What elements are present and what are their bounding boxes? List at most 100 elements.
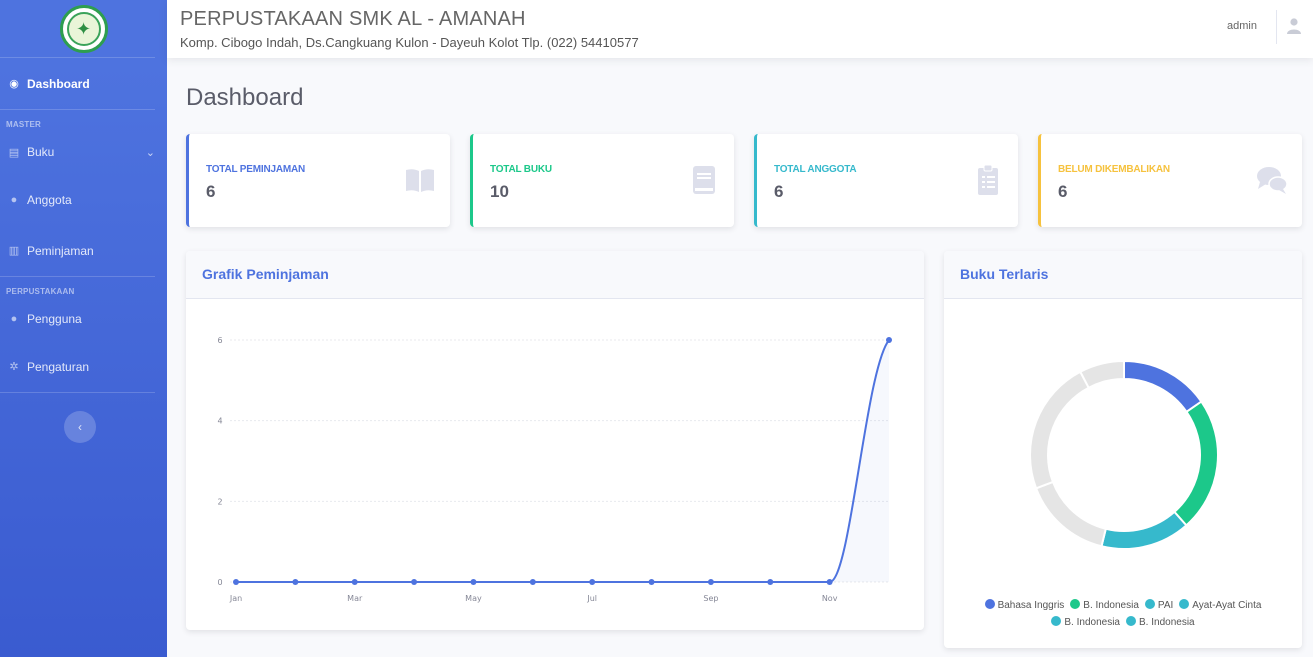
x-tick-label: Nov xyxy=(822,594,838,603)
y-tick-label: 6 xyxy=(217,336,222,345)
data-point[interactable] xyxy=(589,579,596,585)
data-point[interactable] xyxy=(648,579,655,585)
legend-label: B. Indonesia xyxy=(1083,600,1139,611)
data-point[interactable] xyxy=(411,579,418,585)
stat-label: TOTAL ANGGOTA xyxy=(774,164,857,175)
clipboard-icon xyxy=(978,164,998,195)
legend-label: Ayat-Ayat Cinta xyxy=(1192,600,1262,611)
gear-icon: ✲ xyxy=(9,361,19,373)
x-tick-label: May xyxy=(465,594,482,603)
legend-label: PAI xyxy=(1157,600,1174,611)
legend-item[interactable]: B. Indonesia xyxy=(1126,614,1195,631)
sidebar-divider xyxy=(0,392,155,393)
legend-item[interactable]: Bahasa Inggris xyxy=(984,597,1065,614)
book-open-icon: ▥ xyxy=(8,245,20,257)
line-chart: 0 2 4 6 Jan Mar May Jul Sep Nov xyxy=(217,336,892,603)
sidebar-item-buku[interactable]: ▤ Buku ⌄ xyxy=(0,130,167,174)
legend-swatch xyxy=(1070,599,1081,609)
y-tick-label: 2 xyxy=(217,497,222,506)
topbar-divider xyxy=(1276,10,1277,44)
donut-slice[interactable] xyxy=(1172,400,1219,527)
stat-value: 6 xyxy=(774,182,784,201)
donut-slice[interactable] xyxy=(1123,359,1203,414)
sidebar-item-peminjaman[interactable]: ▥ Peminjaman xyxy=(0,225,167,276)
x-tick-label: Mar xyxy=(347,594,363,603)
x-tick-label: Jul xyxy=(586,594,597,603)
data-point[interactable] xyxy=(292,579,299,585)
legend-label: B. Indonesia xyxy=(1139,617,1195,628)
sidebar-item-label: Dashboard xyxy=(27,76,90,91)
data-point[interactable] xyxy=(826,579,833,585)
data-point[interactable] xyxy=(351,579,358,585)
stat-value: 10 xyxy=(490,182,509,201)
legend-swatch xyxy=(1144,599,1155,609)
y-tick-label: 4 xyxy=(217,417,222,426)
comments-icon xyxy=(1257,167,1288,194)
legend-label: B. Indonesia xyxy=(1064,617,1120,628)
line-area xyxy=(236,340,889,582)
stat-card-belum-dikembalikan: BELUM DIKEMBALIKAN 6 xyxy=(1038,134,1302,227)
data-point[interactable] xyxy=(233,579,239,585)
donut-slice[interactable] xyxy=(1029,370,1091,490)
x-tick-label: Sep xyxy=(703,594,718,603)
line-series xyxy=(236,339,890,583)
stat-value: 6 xyxy=(206,182,216,201)
sidebar-item-label: Buku xyxy=(27,145,55,159)
book-icon xyxy=(693,166,715,194)
legend-item[interactable]: PAI xyxy=(1144,597,1174,614)
brand[interactable]: ✦ xyxy=(0,0,155,58)
data-point[interactable] xyxy=(886,337,892,343)
line-chart-panel: Grafik Peminjaman 0 2 4 6 Jan Mar May Jul Sep Nov xyxy=(186,251,924,630)
chevron-down-icon: ⌄ xyxy=(145,146,155,159)
donut-chart xyxy=(1029,359,1219,550)
user-icon: ● xyxy=(10,193,18,206)
school-logo: ✦ xyxy=(59,4,108,53)
legend-label: Bahasa Inggris xyxy=(997,600,1065,611)
stat-label: TOTAL BUKU xyxy=(490,164,552,175)
user-name[interactable]: admin xyxy=(1227,20,1257,32)
panel-title: Grafik Peminjaman xyxy=(186,251,924,299)
dashboard-icon: ◉ xyxy=(9,78,19,90)
legend-swatch xyxy=(1051,616,1062,626)
data-point[interactable] xyxy=(529,579,536,585)
sidebar-toggle-button[interactable]: ‹ xyxy=(64,411,96,443)
chart-legend: Bahasa Inggris B. Indonesia PAI Ayat-Ayat C… xyxy=(958,597,1288,631)
book-icon: ▤ xyxy=(8,146,20,159)
sidebar-item-pengaturan[interactable]: ✲ Pengaturan xyxy=(0,341,167,392)
sidebar: ✦ ◉ Dashboard MASTER ▤ Buku ⌄ ● Anggota … xyxy=(0,0,167,657)
stat-card-total-anggota: TOTAL ANGGOTA 6 xyxy=(754,134,1018,227)
y-tick-label: 0 xyxy=(217,578,222,587)
user-avatar-icon[interactable] xyxy=(1287,18,1301,34)
donut-slice[interactable] xyxy=(1078,359,1125,390)
page-title: Dashboard xyxy=(186,84,304,111)
stat-card-total-peminjaman: TOTAL PEMINJAMAN 6 xyxy=(186,134,450,227)
legend-item[interactable]: B. Indonesia xyxy=(1070,597,1139,614)
sidebar-item-label: Peminjaman xyxy=(27,243,94,258)
sidebar-item-anggota[interactable]: ● Anggota xyxy=(0,174,167,225)
sidebar-item-pengguna[interactable]: ● Pengguna xyxy=(0,297,167,341)
sidebar-item-label: Pengguna xyxy=(27,312,82,326)
data-point[interactable] xyxy=(767,579,774,585)
x-tick-label: Jan xyxy=(229,594,242,603)
book-open-icon xyxy=(406,169,434,192)
data-point[interactable] xyxy=(707,579,714,585)
sidebar-item-dashboard[interactable]: ◉ Dashboard xyxy=(0,58,167,109)
chevron-left-icon: ‹ xyxy=(78,420,82,434)
legend-swatch xyxy=(1179,599,1190,609)
legend-swatch xyxy=(984,599,995,609)
sidebar-item-label: Pengaturan xyxy=(27,359,90,374)
topbar: PERPUSTAKAAN SMK AL - AMANAH Komp. Cibog… xyxy=(167,0,1313,58)
pie-chart-panel: Buku Terlaris Bahasa Inggris B. Indonesia… xyxy=(944,251,1302,648)
donut-slice[interactable] xyxy=(1100,510,1188,550)
stat-value: 6 xyxy=(1058,182,1068,201)
legend-item[interactable]: B. Indonesia xyxy=(1051,614,1120,631)
data-point[interactable] xyxy=(470,579,477,585)
panel-title: Buku Terlaris xyxy=(944,251,1302,299)
stat-label: TOTAL PEMINJAMAN xyxy=(206,164,306,175)
legend-swatch xyxy=(1126,616,1136,626)
stat-card-total-buku: TOTAL BUKU 10 xyxy=(470,134,734,227)
user-icon: ● xyxy=(10,313,18,325)
legend-item[interactable]: Ayat-Ayat Cinta xyxy=(1179,597,1261,614)
donut-slice[interactable] xyxy=(1034,480,1108,548)
site-title: PERPUSTAKAAN SMK AL - AMANAH xyxy=(180,8,526,30)
